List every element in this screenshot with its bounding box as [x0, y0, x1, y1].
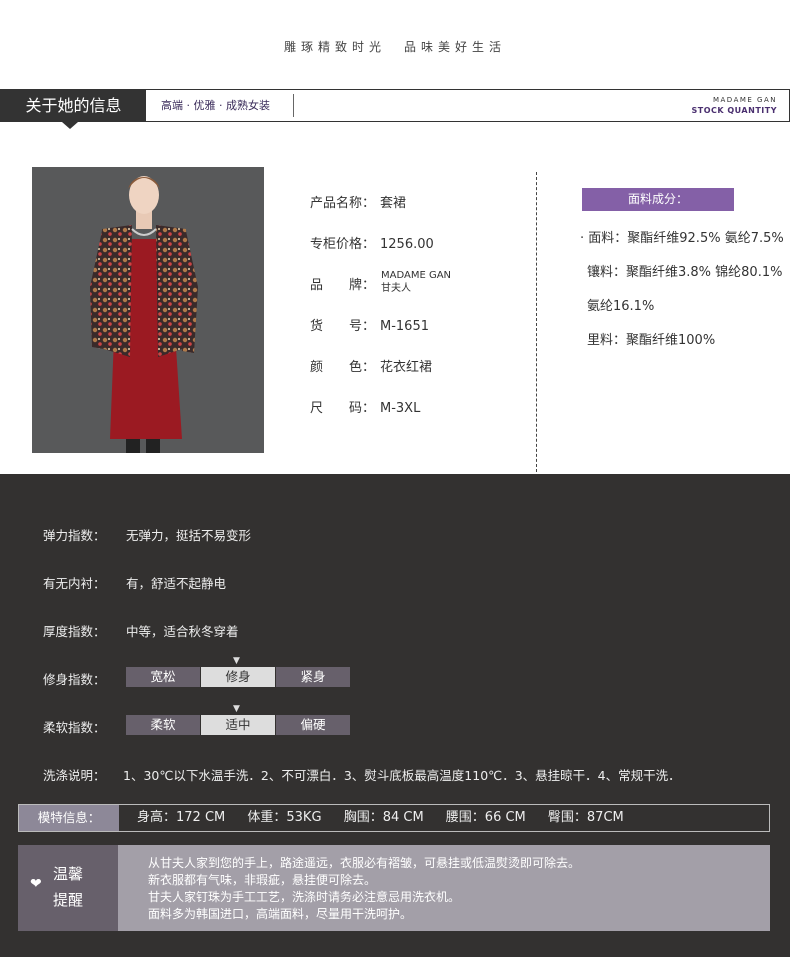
model-info-values: 身高：172 CM 体重：53KG 胸围：84 CM 腰围：66 CM 臀围：8… [137, 805, 642, 831]
lining-row: 有无内衬： 有，舒适不起静电 [43, 573, 226, 592]
reminder-title-2: 提醒 [53, 891, 84, 909]
section-header-bar: 关于她的信息 高端 · 优雅 · 成熟女装 MADAME GAN STOCK Q… [0, 89, 790, 122]
color-value: 花衣红裙 [380, 360, 433, 375]
color-row: 颜 色： 花衣红裙 [310, 356, 432, 375]
size-label: 尺 码： [310, 401, 376, 416]
softness-option-soft: 柔软 [126, 715, 201, 735]
reminder-line: 新衣服都有气味，非瑕疵，悬挂便可除去。 [148, 873, 377, 887]
slogan: 雕琢精致时光 品味美好生活 [0, 38, 790, 55]
reminder-line: 甘夫人家钉珠为手工工艺，洗涤时请务必注意忌用洗衣机。 [148, 890, 461, 904]
model-waist: 腰围：66 CM [445, 810, 526, 825]
reminder-box: ❤ 温馨 提醒 从甘夫人家到您的手上，路途遥远，衣服必有褶皱，可悬挂或低温熨烫即… [18, 845, 770, 931]
slogan-right: 品味美好生活 [404, 40, 507, 54]
size-value: M-3XL [380, 401, 421, 416]
wash-row: 洗涤说明： 1、30℃以下水温手洗．2、不可漂白．3、熨斗底板最高温度110℃．… [43, 765, 681, 784]
thickness-label: 厚度指数： [43, 624, 106, 639]
color-label: 颜 色： [310, 360, 376, 375]
fit-option-slim: 修身 [201, 667, 276, 687]
size-row: 尺 码： M-3XL [310, 397, 420, 416]
reminder-text: 从甘夫人家到您的手上，路途遥远，衣服必有褶皱，可悬挂或低温熨烫即可除去。 新衣服… [148, 855, 580, 923]
model-hip: 臀围：87CM [547, 810, 624, 825]
heart-icon: ❤ [30, 876, 42, 892]
fit-option-loose: 宽松 [126, 667, 201, 687]
product-name-row: 产品名称： 套裙 [310, 192, 406, 211]
price-row: 专柜价格： 1256.00 [310, 233, 434, 252]
softness-label: 柔软指数： [43, 720, 106, 735]
slogan-left: 雕琢精致时光 [283, 40, 386, 54]
brand-block: MADAME GAN STOCK QUANTITY [692, 96, 778, 115]
sku-label: 货 号： [310, 319, 376, 334]
tab-pointer-icon [62, 122, 78, 129]
thickness-value: 中等，适合秋冬穿着 [126, 624, 239, 639]
model-height: 身高：172 CM [137, 810, 226, 825]
brand-name: MADAME GAN [712, 96, 777, 104]
product-name-value: 套裙 [380, 196, 407, 211]
brand-value: MADAME GAN 甘夫人 [381, 269, 451, 295]
price-value: 1256.00 [380, 237, 434, 252]
divider [293, 94, 294, 117]
elasticity-value: 无弹力，挺括不易变形 [126, 528, 252, 543]
fit-scale: 宽松 修身 紧身 [126, 667, 351, 687]
brand-label: 品 牌： [310, 278, 376, 293]
model-bust: 胸围：84 CM [343, 810, 424, 825]
elasticity-label: 弹力指数： [43, 528, 106, 543]
reminder-title-1: 温馨 [53, 865, 84, 883]
softness-marker-icon: ▼ [233, 704, 240, 714]
model-info-label: 模特信息： [19, 805, 119, 831]
softness-option-stiff: 偏硬 [276, 715, 351, 735]
lining-value: 有，舒适不起静电 [126, 576, 227, 591]
brand-row: 品 牌： [310, 274, 380, 293]
model-weight: 体重：53KG [247, 810, 322, 825]
fabric-line: 氨纶16.1% [587, 299, 655, 314]
thickness-row: 厚度指数： 中等，适合秋冬穿着 [43, 621, 239, 640]
section-tab: 关于她的信息 [1, 90, 146, 121]
fit-marker-icon: ▼ [233, 656, 240, 666]
elasticity-row: 弹力指数： 无弹力，挺括不易变形 [43, 525, 251, 544]
fit-label: 修身指数： [43, 672, 106, 687]
reminder-label: ❤ 温馨 提醒 [18, 845, 118, 931]
header-subtitle: 高端 · 优雅 · 成熟女装 [161, 99, 270, 112]
fabric-line: · 面料：聚酯纤维92.5% 氨纶7.5% [580, 231, 784, 246]
fabric-line: 镶料：聚酯纤维3.8% 锦纶80.1% [587, 265, 783, 280]
sku-value: M-1651 [380, 319, 429, 334]
brand-value-cn: 甘夫人 [381, 283, 411, 294]
sku-row: 货 号： M-1651 [310, 315, 429, 334]
model-info-bar: 模特信息： 身高：172 CM 体重：53KG 胸围：84 CM 腰围：66 C… [18, 804, 770, 832]
dashed-divider [536, 172, 537, 472]
price-label: 专柜价格： [310, 237, 376, 252]
reminder-line: 从甘夫人家到您的手上，路途遥远，衣服必有褶皱，可悬挂或低温熨烫即可除去。 [148, 856, 581, 870]
brand-value-en: MADAME GAN [381, 270, 452, 281]
reminder-line: 面料多为韩国进口，高端面料，尽量用干洗呵护。 [148, 907, 413, 921]
brand-tagline: STOCK QUANTITY [691, 106, 777, 115]
lining-label: 有无内衬： [43, 576, 106, 591]
softness-scale: 柔软 适中 偏硬 [126, 715, 351, 735]
fabric-title: 面料成分： [582, 188, 734, 211]
fabric-line: 里料：聚酯纤维100% [587, 333, 716, 348]
product-photo [32, 167, 264, 453]
softness-option-medium: 适中 [201, 715, 276, 735]
wash-label: 洗涤说明： [43, 768, 106, 783]
fit-option-tight: 紧身 [276, 667, 351, 687]
product-name-label: 产品名称： [310, 196, 376, 211]
wash-value: 1、30℃以下水温手洗．2、不可漂白．3、熨斗底板最高温度110℃．3、悬挂晾干… [123, 768, 681, 783]
